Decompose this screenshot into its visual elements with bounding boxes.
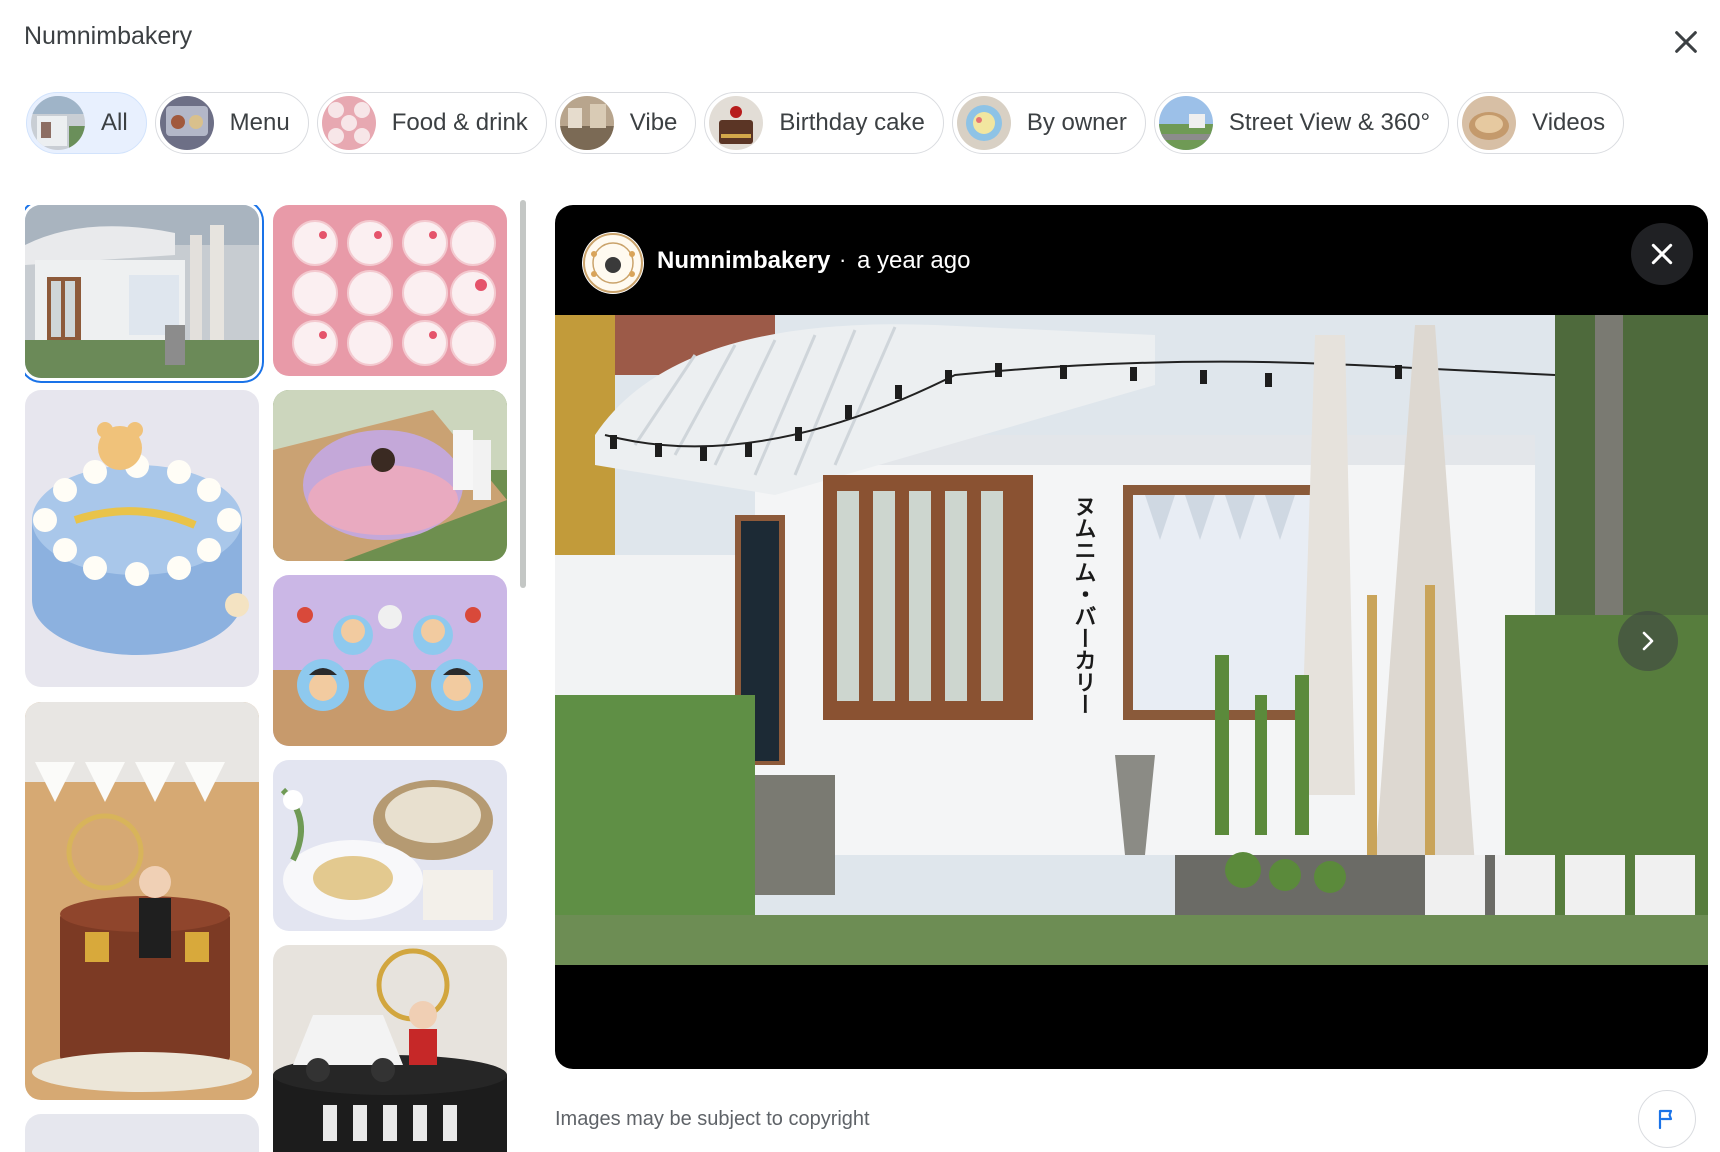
gallery-scrollbar[interactable] [520,200,526,588]
chip-all[interactable]: All [26,92,147,154]
chip-thumbnail [1462,96,1517,150]
chip-birthday-cake[interactable]: Birthday cake [704,92,944,154]
chip-thumbnail [31,96,85,150]
chip-videos[interactable]: Videos [1457,92,1625,154]
posted-time: a year ago [857,247,971,274]
photo-viewer: Numnimbakery · a year ago ヌムニム・バーカリー [555,205,1708,1069]
owner-avatar[interactable] [582,232,644,294]
page-title: Numnimbakery [24,22,193,50]
owner-name[interactable]: Numnimbakery [657,247,830,275]
chip-label: Menu [229,109,290,136]
chip-label: All [101,109,128,136]
separator-dot: · [839,247,847,272]
chip-vibe[interactable]: Vibe [554,92,697,154]
chip-thumbnail [709,96,764,150]
main-photo: ヌムニム・バーカリー [555,315,1708,965]
chevron-right-icon [1642,631,1654,651]
gallery-tile-cookies[interactable] [273,760,507,931]
chip-thumbnail [159,96,214,150]
copyright-notice: Images may be subject to copyright [555,1108,870,1130]
chip-by-owner[interactable]: By owner [951,92,1146,154]
gallery-tile-storefront[interactable] [25,205,259,378]
gallery-tile-cupcakes[interactable] [273,205,507,376]
chip-menu[interactable]: Menu [154,92,309,154]
chip-label: Videos [1532,109,1606,136]
flag-icon [1658,1109,1673,1130]
chip-label: Street View & 360° [1228,109,1431,136]
report-button[interactable] [1638,1090,1696,1148]
chip-label: Birthday cake [779,109,925,136]
gallery-tile-figure-cake[interactable] [25,702,259,1100]
chip-label: Vibe [629,109,678,136]
gallery-tile-car-cake[interactable] [273,945,507,1152]
close-icon [1675,31,1697,53]
gallery-tile-blue-cake[interactable] [25,390,259,687]
storefront-sign: ヌムニム・バーカリー [1071,495,1096,715]
gallery-tile-animal-cupcakes[interactable] [273,575,507,746]
filter-chips: All Menu Food & drink Vibe Birthday cake… [26,92,1625,156]
photo-gallery [25,205,509,1152]
viewer-close-button[interactable] [1631,223,1693,285]
chip-thumbnail [956,96,1011,150]
chip-thumbnail [559,96,614,150]
chip-thumbnail [1158,96,1213,150]
chip-label: By owner [1026,109,1127,136]
chip-thumbnail [321,96,376,150]
chip-food-drink[interactable]: Food & drink [316,92,547,154]
chip-label: Food & drink [391,109,528,136]
close-button[interactable] [1666,22,1706,62]
next-photo-button[interactable] [1618,611,1678,671]
close-icon [1651,243,1673,265]
gallery-tile-partial[interactable] [25,1114,259,1152]
gallery-tile-name-cake[interactable] [273,390,507,561]
chip-street-view[interactable]: Street View & 360° [1153,92,1450,154]
